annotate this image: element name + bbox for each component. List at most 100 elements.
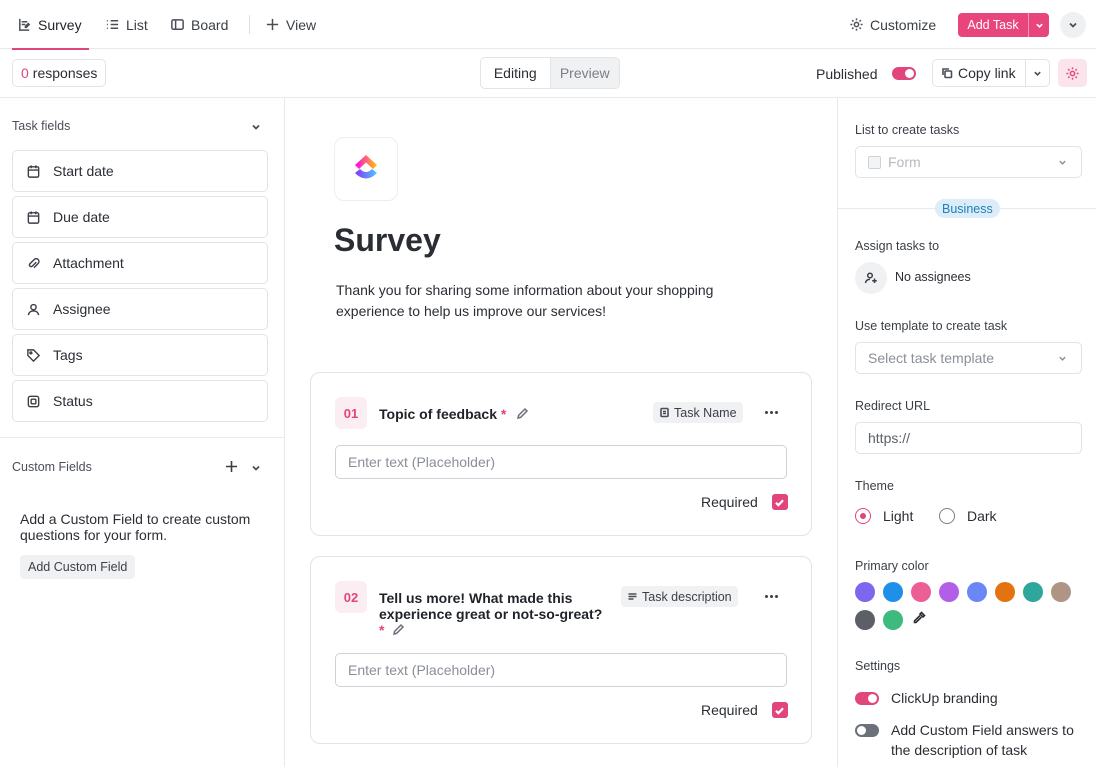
radio-selected[interactable] [855,508,871,524]
copy-link-button[interactable]: Copy link [932,59,1050,87]
tab-board[interactable]: Board [170,0,228,49]
more-icon[interactable] [762,587,780,605]
required-toggle[interactable]: Required [701,494,788,510]
add-user-icon [864,272,877,284]
color-swatch[interactable] [1051,582,1071,602]
check-icon [775,499,785,507]
chevron-down-icon[interactable] [251,463,261,473]
list-select[interactable]: Form [855,146,1082,178]
copy-link-label: Copy link [958,65,1016,81]
color-swatch[interactable] [967,582,987,602]
template-placeholder: Select task template [868,350,995,366]
add-task-label[interactable]: Add Task [958,13,1028,37]
field-attachment[interactable]: Attachment [12,242,268,284]
published-toggle[interactable] [892,67,916,80]
custom-answers-toggle[interactable] [855,724,879,737]
plus-icon[interactable] [225,460,238,473]
theme-light-radio[interactable]: Light [855,508,913,524]
branding-toggle[interactable] [855,692,879,705]
field-tags[interactable]: Tags [12,334,268,376]
copy-link-dropdown[interactable] [1025,60,1049,86]
required-label: Required [701,702,758,718]
field-start-date[interactable]: Start date [12,150,268,192]
color-picker-button[interactable] [909,608,929,628]
collapse-button[interactable] [1060,12,1086,38]
editing-tab[interactable]: Editing [481,58,551,88]
gear-icon [1066,66,1079,80]
preview-tab[interactable]: Preview [551,58,620,88]
redirect-label: Redirect URL [855,399,931,413]
question-title[interactable]: Topic of feedback * [379,406,579,422]
gear-icon [850,18,863,31]
branding-label: ClickUp branding [891,690,998,706]
required-toggle[interactable]: Required [701,702,788,718]
field-due-date[interactable]: Due date [12,196,268,238]
question-card[interactable]: 01 Topic of feedback * Task Name Enter t… [310,372,812,536]
theme-dark-label: Dark [967,508,997,524]
color-swatch[interactable] [883,610,903,630]
more-icon[interactable] [762,403,780,421]
field-label: Start date [53,163,114,179]
calendar-icon [27,210,40,224]
question-title[interactable]: Tell us more! What made this experience … [379,590,615,638]
question-number: 01 [335,397,367,429]
list-label: List to create tasks [855,123,960,137]
published-label: Published [816,65,878,82]
add-task-button[interactable]: Add Task [958,13,1049,37]
radio-unselected[interactable] [939,508,955,524]
template-select[interactable]: Select task template [855,342,1082,374]
tab-list[interactable]: List [105,0,148,49]
paperclip-icon [28,257,40,268]
customize-button[interactable]: Customize [849,0,936,49]
user-icon [27,303,40,315]
copy-icon [942,68,953,79]
redirect-url-input[interactable]: https:// [855,422,1082,454]
customize-label: Customize [870,16,937,33]
add-view-button[interactable]: View [265,0,316,49]
form-title[interactable]: Survey [334,222,441,259]
settings-label: Settings [855,659,901,673]
tab-survey[interactable]: Survey [12,0,89,50]
responses-label: responses [32,65,98,81]
theme-dark-radio[interactable]: Dark [939,508,997,524]
question-mapping-tag[interactable]: Task Name [653,402,743,423]
field-status[interactable]: Status [12,380,268,422]
check-icon [775,707,785,715]
assignee-picker[interactable] [855,262,887,294]
color-swatch[interactable] [1023,582,1043,602]
chevron-down-icon[interactable] [251,122,261,132]
theme-light-label: Light [883,508,914,524]
copy-link-main[interactable]: Copy link [933,60,1025,86]
form-logo[interactable] [334,137,398,201]
form-description[interactable]: Thank you for sharing some information a… [336,280,756,322]
color-swatch[interactable] [995,582,1015,602]
custom-answers-setting[interactable]: Add Custom Field answers to the descript… [855,720,1085,760]
required-checkbox[interactable] [771,494,788,510]
branding-setting[interactable]: ClickUp branding [855,688,998,708]
add-custom-field-button[interactable]: Add Custom Field [20,555,136,579]
question-card[interactable]: 02 Tell us more! What made this experien… [310,556,812,744]
question-input[interactable]: Enter text (Placeholder) [335,445,787,479]
responses-button[interactable]: 0 responses [12,59,107,87]
pencil-icon[interactable] [516,407,529,420]
color-swatch[interactable] [883,582,903,602]
color-swatch[interactable] [855,610,875,630]
primary-color-label: Primary color [855,559,929,573]
color-swatch[interactable] [911,582,931,602]
tab-survey-label: Survey [38,16,82,33]
fields-sidebar: Task fields Start date Due date Attachme… [0,98,285,767]
field-assignee[interactable]: Assignee [12,288,268,330]
custom-answers-label: Add Custom Field answers to the descript… [891,722,1074,758]
question-input[interactable]: Enter text (Placeholder) [335,653,787,687]
form-settings-button[interactable] [1058,59,1087,87]
required-checkbox[interactable] [771,702,788,718]
question-mapping-tag[interactable]: Task description [621,586,738,607]
pencil-icon[interactable] [392,623,405,636]
required-marker: * [379,622,385,638]
question-number: 02 [335,581,367,613]
color-swatch[interactable] [855,582,875,602]
tab-board-label: Board [191,16,229,33]
add-task-dropdown[interactable] [1028,13,1049,37]
color-swatch[interactable] [939,582,959,602]
top-nav: Survey List Board View Customize Add Tas… [0,0,1096,50]
